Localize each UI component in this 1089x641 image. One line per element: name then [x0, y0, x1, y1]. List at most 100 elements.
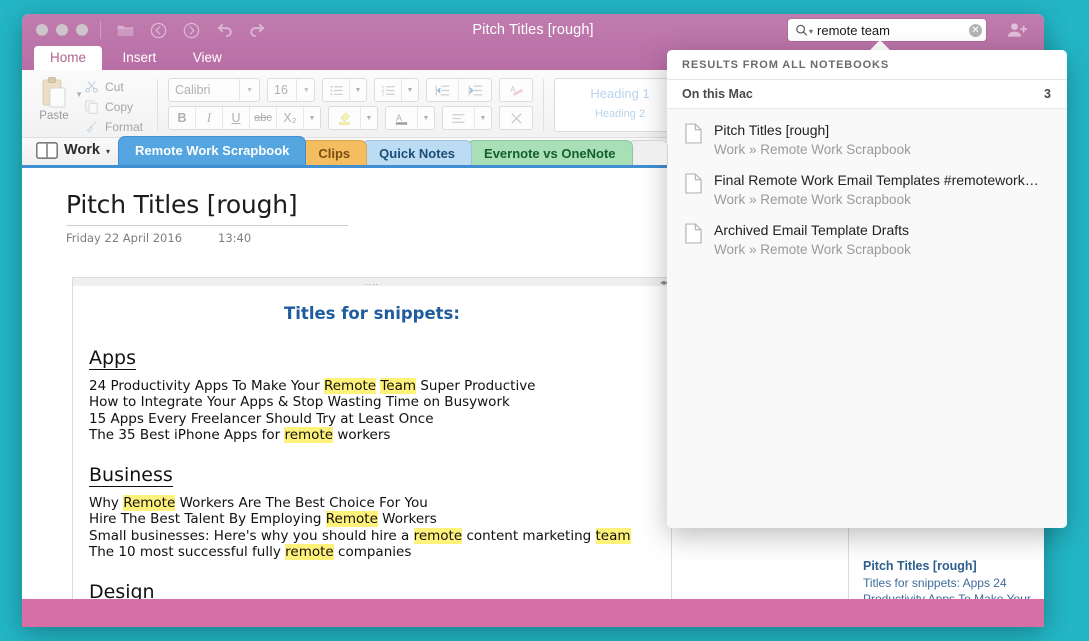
section-lines-business: Why Remote Workers Are The Best Choice F…: [89, 494, 655, 561]
section-tab-clips[interactable]: Clips: [301, 140, 368, 165]
ribbon-tab-home[interactable]: Home: [34, 46, 103, 70]
style-heading1[interactable]: Heading 1: [555, 86, 685, 101]
copy-button[interactable]: Copy: [80, 97, 147, 116]
content-body[interactable]: Titles for snippets: Apps 24 Productivit…: [72, 286, 672, 627]
decrease-indent-icon[interactable]: [427, 79, 460, 101]
section-tab-evernote-vs-onenote[interactable]: Evernote vs OneNote: [467, 140, 633, 165]
delete-group: [499, 106, 534, 130]
section-tab-remote-work-scrapbook[interactable]: Remote Work Scrapbook: [118, 136, 307, 165]
add-person-icon[interactable]: [1006, 20, 1028, 40]
notebook-selector[interactable]: Work ▾: [32, 135, 118, 165]
search-input[interactable]: remote team: [817, 24, 969, 37]
scissors-icon: [84, 79, 99, 94]
cut-button[interactable]: Cut: [80, 77, 147, 96]
clipboard-group: Paste ▼ Cut Copy Format: [22, 73, 153, 137]
search-result-title[interactable]: Final Remote Work Email Templates #remot…: [714, 171, 1044, 190]
notebook-name: Work: [64, 142, 100, 158]
list-buttons: ▼: [322, 78, 368, 102]
numbered-list-icon[interactable]: 123: [375, 79, 403, 101]
search-result-item[interactable]: Final Remote Work Email Templates #remot…: [667, 165, 1067, 215]
subscript-button[interactable]: X₂: [277, 107, 305, 129]
underline-button[interactable]: U: [223, 107, 251, 129]
font-size-select[interactable]: 16 ▼: [267, 78, 316, 102]
font-color-caret[interactable]: ▼: [418, 107, 434, 129]
copy-icon: [84, 99, 99, 114]
bulleted-list-caret[interactable]: ▼: [350, 79, 366, 101]
content-container[interactable]: .... ◂▸ Titles for snippets: Apps 24 Pro…: [72, 277, 672, 627]
page-icon: [685, 173, 702, 194]
search-result-item[interactable]: Pitch Titles [rough] Work » Remote Work …: [667, 115, 1067, 165]
content-section: Apps 24 Productivity Apps To Make Your R…: [89, 348, 655, 444]
chevron-down-icon[interactable]: ▼: [239, 79, 253, 101]
chevron-down-icon[interactable]: ▼: [295, 79, 310, 101]
clear-formatting-icon[interactable]: A: [500, 79, 532, 101]
clear-search-icon[interactable]: ✕: [969, 23, 982, 37]
delete-icon[interactable]: [500, 107, 532, 129]
highlight-group: ▼: [328, 106, 379, 130]
ribbon-tab-insert[interactable]: Insert: [106, 46, 172, 70]
search-results-list: Pitch Titles [rough] Work » Remote Work …: [667, 109, 1067, 528]
paste-label: Paste: [39, 110, 69, 122]
search-scope-row[interactable]: On this Mac 3: [667, 80, 1067, 109]
highlight-icon[interactable]: [329, 107, 362, 129]
italic-button[interactable]: I: [196, 107, 224, 129]
search-highlight: remote: [413, 527, 463, 544]
bulleted-list-icon[interactable]: [323, 79, 351, 101]
content-line: Small businesses: Here's why you should …: [89, 527, 655, 545]
font-row: Calibri ▼ 16 ▼ ▼ 1 2 3 ▼ A: [168, 78, 534, 102]
increase-indent-icon[interactable]: [459, 79, 491, 101]
numbered-list-caret[interactable]: ▼: [402, 79, 418, 101]
search-scope-caret[interactable]: ▾: [809, 27, 813, 36]
content-drag-handle[interactable]: .... ◂▸: [72, 277, 672, 287]
text-run: 15 Apps Every Freelancer Should Try at L…: [89, 410, 434, 427]
notebook-icon: [36, 141, 58, 159]
content-line: How to Integrate Your Apps & Stop Wastin…: [89, 394, 655, 411]
search-highlight: Remote: [325, 511, 378, 528]
search-result-title[interactable]: Archived Email Template Drafts: [714, 221, 911, 240]
page-list-item-title[interactable]: Pitch Titles [rough]: [863, 559, 1034, 573]
page-date[interactable]: Friday 22 April 2016: [66, 231, 182, 245]
align-left-icon[interactable]: [443, 107, 476, 129]
section-lines-apps: 24 Productivity Apps To Make Your Remote…: [89, 377, 655, 444]
paste-button[interactable]: Paste ▼: [28, 73, 83, 122]
font-color-icon[interactable]: A: [386, 107, 419, 129]
page-time[interactable]: 13:40: [218, 231, 251, 245]
format-painter-button[interactable]: Format: [80, 117, 147, 136]
search-highlight: remote: [285, 544, 334, 561]
text-run: The 35 Best iPhone Apps for: [89, 427, 285, 444]
chevron-down-icon[interactable]: ▾: [106, 147, 110, 156]
search-scope-label: On this Mac: [682, 87, 753, 101]
search-box[interactable]: ▾ remote team ✕: [788, 19, 986, 41]
section-tab-overflow[interactable]: [627, 140, 668, 165]
text-run: How to Integrate Your Apps & Stop Wastin…: [89, 394, 510, 411]
section-tab-quick-notes[interactable]: Quick Notes: [362, 140, 473, 165]
font-family-select[interactable]: Calibri ▼: [168, 78, 261, 102]
paste-dropdown-caret[interactable]: ▼: [75, 90, 83, 99]
alignment-caret[interactable]: ▼: [475, 107, 491, 129]
font-color-group: A ▼: [385, 106, 436, 130]
subscript-caret[interactable]: ▼: [304, 107, 320, 129]
search-result-item[interactable]: Archived Email Template Drafts Work » Re…: [667, 215, 1067, 265]
search-highlight: Team: [380, 377, 417, 394]
highlight-caret[interactable]: ▼: [361, 107, 377, 129]
text-run: Small businesses: Here's why you should …: [89, 527, 414, 544]
ribbon-divider-2: [543, 79, 545, 131]
search-highlight: team: [595, 527, 631, 544]
search-highlight: Remote: [123, 494, 176, 511]
text-run: Why: [89, 494, 124, 511]
search-highlight: remote: [284, 427, 334, 444]
character-row: B I U abc X₂ ▼ ▼ A ▼ ▼: [168, 106, 534, 130]
content-line: The 35 Best iPhone Apps for remote worke…: [89, 427, 655, 444]
strikethrough-button[interactable]: abc: [250, 107, 278, 129]
bold-button[interactable]: B: [169, 107, 197, 129]
clipboard-actions: Cut Copy Format: [80, 73, 147, 136]
content-line: 15 Apps Every Freelancer Should Try at L…: [89, 411, 655, 428]
style-heading2[interactable]: Heading 2: [555, 108, 685, 120]
text-run: The 10 most successful fully: [89, 544, 286, 561]
search-result-title[interactable]: Pitch Titles [rough]: [714, 121, 911, 140]
text-run: companies: [333, 544, 412, 561]
copy-label: Copy: [105, 99, 134, 114]
ribbon-tab-view[interactable]: View: [177, 46, 238, 70]
search-result-path: Work » Remote Work Scrapbook: [714, 242, 911, 257]
snippet-title: Titles for snippets:: [284, 304, 460, 323]
